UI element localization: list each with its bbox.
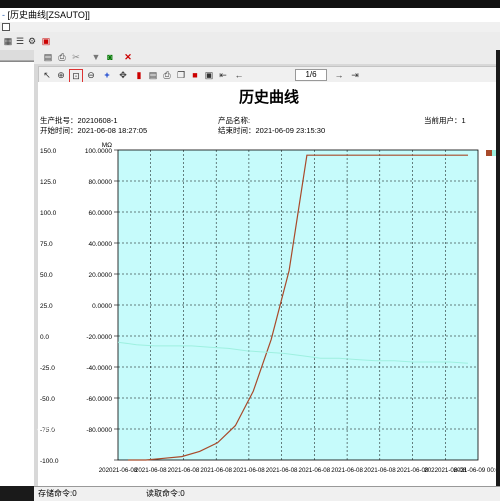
batch-value: 20210608-1 (77, 116, 118, 125)
unit-label: MΩ (102, 142, 112, 149)
record-icon[interactable]: ■ (189, 69, 201, 81)
x-tick-label: 2021-06-08 (168, 467, 200, 474)
zoom-box-icon[interactable]: ⊡ (69, 69, 83, 83)
right-tick-label: 100.0000 (85, 148, 112, 155)
window-title: [历史曲线[ZSAUTO]] (7, 10, 90, 20)
status-store-commands: 存储命令:0 (38, 489, 77, 498)
left-tree-pane[interactable] (0, 50, 35, 486)
right-tick-label: -80.0000 (86, 427, 112, 434)
x-tick-label: 202021-06-08 (99, 467, 138, 474)
right-tick-label: 40.0000 (89, 241, 113, 248)
grid-icon[interactable]: ▦ (2, 35, 14, 47)
left-pane-header (0, 50, 34, 61)
left-tick-label: 150.0 (40, 148, 57, 155)
zoom-in-icon[interactable]: ⊕ (55, 69, 67, 81)
right-edge (496, 50, 500, 486)
left-tick-label: 0.0 (40, 334, 49, 341)
product-label: 产品名称: (218, 116, 251, 125)
x-tick-label: 2021-06-08 (266, 467, 298, 474)
status-read-commands: 读取命令:0 (146, 489, 185, 498)
report-page: 历史曲线 生产批号：20210608-1 产品名称: 当前用户：1 开始时间：2… (38, 82, 500, 486)
crosshair-icon[interactable]: + (101, 69, 113, 81)
print-icon[interactable]: ⎙ (56, 51, 68, 63)
left-tick-label: 25.0 (40, 303, 53, 310)
prev-page-icon[interactable]: ← (233, 69, 245, 81)
menu-box-icon[interactable] (2, 23, 10, 31)
x-tick-label: 2021-06-08 (331, 467, 363, 474)
next-page-icon[interactable]: → (333, 69, 345, 81)
x-tick-label: 2021-06-08 (364, 467, 396, 474)
zoom-out-icon[interactable]: ⊖ (85, 69, 97, 81)
pan-icon[interactable]: ✥ (117, 69, 129, 81)
right-tick-label: -20.0000 (86, 334, 112, 341)
x-tick-label: 2021-06-08 (233, 467, 265, 474)
right-tick-label: -40.0000 (86, 365, 112, 372)
scissors-icon[interactable]: ✂ (70, 51, 82, 63)
last-page-icon[interactable]: ⇥ (349, 69, 361, 81)
x-tick-label: 2021-06-09 00:00 (454, 467, 500, 474)
back-icon[interactable]: ↖ (41, 69, 53, 81)
report-title: 历史曲线 (238, 88, 299, 106)
left-tick-label: -100.0 (40, 458, 59, 465)
right-tick-label: 20.0000 (89, 272, 113, 279)
disk-icon[interactable]: ▣ (203, 69, 215, 81)
save-icon[interactable]: ▤ (42, 51, 54, 63)
batch-label: 生产批号： (40, 116, 78, 125)
x-tick-label: 2021-06-08 (135, 467, 167, 474)
filter-icon[interactable]: ▼ (90, 51, 102, 63)
statusbar: 存储命令:0 读取命令:0 (34, 486, 500, 501)
print-preview-icon[interactable]: ⎙ (161, 69, 173, 81)
right-tick-label: 0.0000 (92, 303, 112, 310)
legend-swatch-main (486, 150, 492, 156)
left-pane-divider (0, 61, 34, 62)
x-tick-label: 2021-06-08 (200, 467, 232, 474)
left-tick-label: 75.0 (40, 241, 53, 248)
page-indicator[interactable]: 1/6 (295, 69, 327, 81)
first-page-icon[interactable]: ⇤ (217, 69, 229, 81)
right-tick-label: 60.0000 (89, 210, 113, 217)
right-tick-label: -60.0000 (86, 396, 112, 403)
print-icon-2[interactable]: ▣ (40, 35, 52, 47)
secondary-toolbar: ▤ ⎙ ✂ ▼ ◙ ✕ (34, 50, 500, 64)
main-toolbar: ▦ ☰ ⚙ ▣ (0, 32, 500, 51)
left-tick-label: 100.0 (40, 210, 57, 217)
list-icon[interactable]: ☰ (14, 35, 26, 47)
menubar (0, 22, 500, 32)
window-titlebar: - [历史曲线[ZSAUTO]] (0, 8, 500, 22)
left-tick-label: 125.0 (40, 179, 57, 186)
top-dark-strip (0, 0, 500, 8)
save-file-icon[interactable]: ▤ (147, 69, 159, 81)
left-tick-label: -25.0 (40, 365, 55, 372)
device-icon[interactable]: ⚙ (26, 35, 38, 47)
right-tick-label: 80.0000 (89, 179, 113, 186)
delete-icon[interactable]: ◙ (104, 51, 116, 63)
left-tick-label: 50.0 (40, 272, 53, 279)
x-tick-label: 2021-06-08 (299, 467, 331, 474)
copy-icon[interactable]: ❐ (175, 69, 187, 81)
user-value: 1 (461, 116, 466, 125)
close-icon[interactable]: ✕ (122, 51, 134, 63)
export-icon[interactable]: ▮ (133, 69, 145, 81)
user-info: 当前用户：1 (424, 115, 466, 126)
history-chart[interactable]: 150.0 100.0000 125.0 80.0000 100.0 60.0000 75.… (38, 132, 500, 478)
user-label: 当前用户： (424, 116, 462, 125)
